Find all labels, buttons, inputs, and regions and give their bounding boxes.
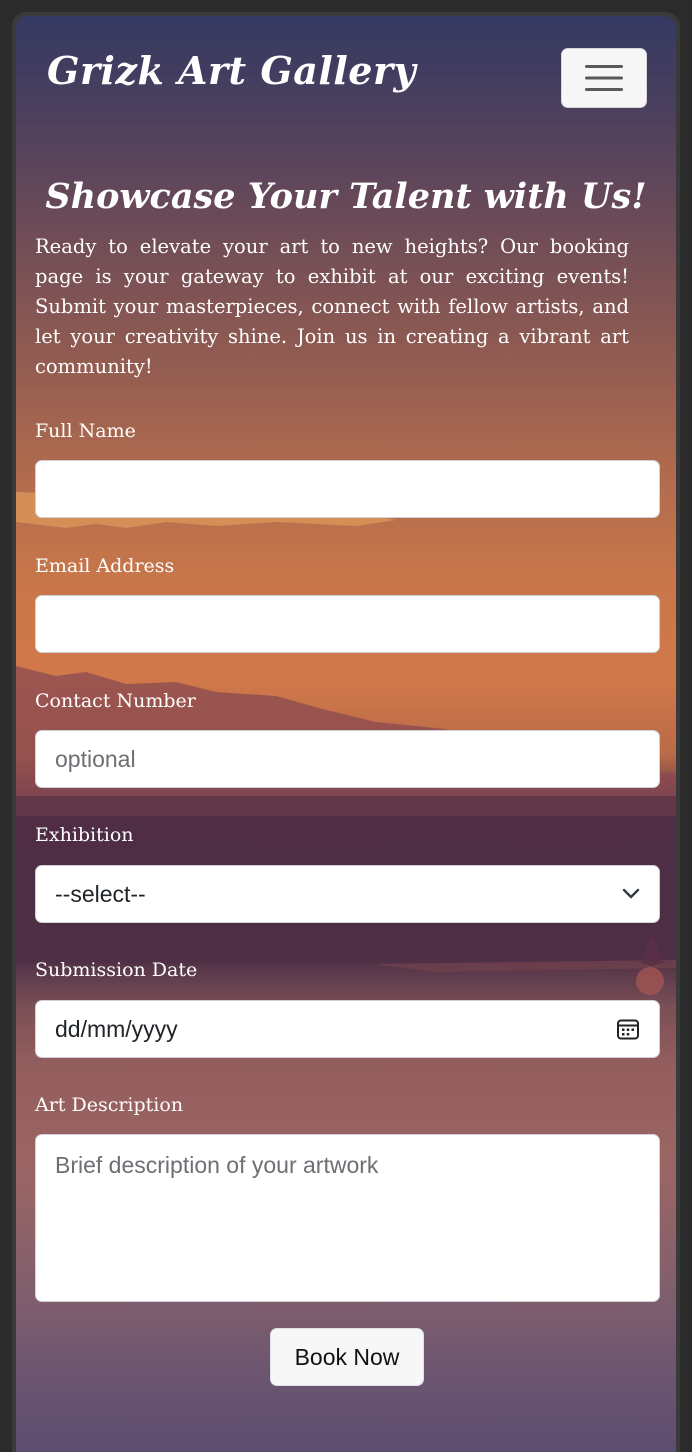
email-input[interactable] [35, 595, 660, 653]
chevron-down-icon [622, 888, 640, 899]
art-description-textarea[interactable] [35, 1134, 660, 1302]
browser-frame: Grizk Art Gallery Showcase Your Talent w… [12, 12, 680, 1452]
contact-number-label: Contact Number [35, 690, 196, 712]
submission-date-input[interactable]: dd/mm/yyyy [35, 1000, 660, 1058]
exhibition-selected-value: --select-- [55, 880, 146, 907]
full-name-label: Full Name [35, 420, 136, 442]
navbar: Grizk Art Gallery [16, 16, 676, 136]
hamburger-menu-icon [585, 65, 623, 91]
navbar-toggle-button[interactable] [561, 48, 647, 108]
intro-paragraph: Ready to elevate your art to new heights… [35, 235, 629, 378]
exhibition-label: Exhibition [35, 824, 134, 846]
calendar-icon[interactable] [616, 1017, 640, 1041]
book-now-button[interactable]: Book Now [270, 1328, 424, 1386]
email-label: Email Address [35, 555, 175, 577]
page: Grizk Art Gallery Showcase Your Talent w… [16, 16, 676, 1452]
contact-number-input[interactable] [35, 730, 660, 788]
page-title: Showcase Your Talent with Us! [45, 176, 647, 217]
full-name-input[interactable] [35, 460, 660, 518]
brand-logo[interactable]: Grizk Art Gallery [47, 48, 416, 93]
submission-date-label: Submission Date [35, 959, 198, 981]
art-description-label: Art Description [35, 1094, 184, 1116]
date-value: dd/mm/yyyy [55, 1015, 178, 1042]
exhibition-select[interactable]: --select-- [35, 865, 660, 923]
